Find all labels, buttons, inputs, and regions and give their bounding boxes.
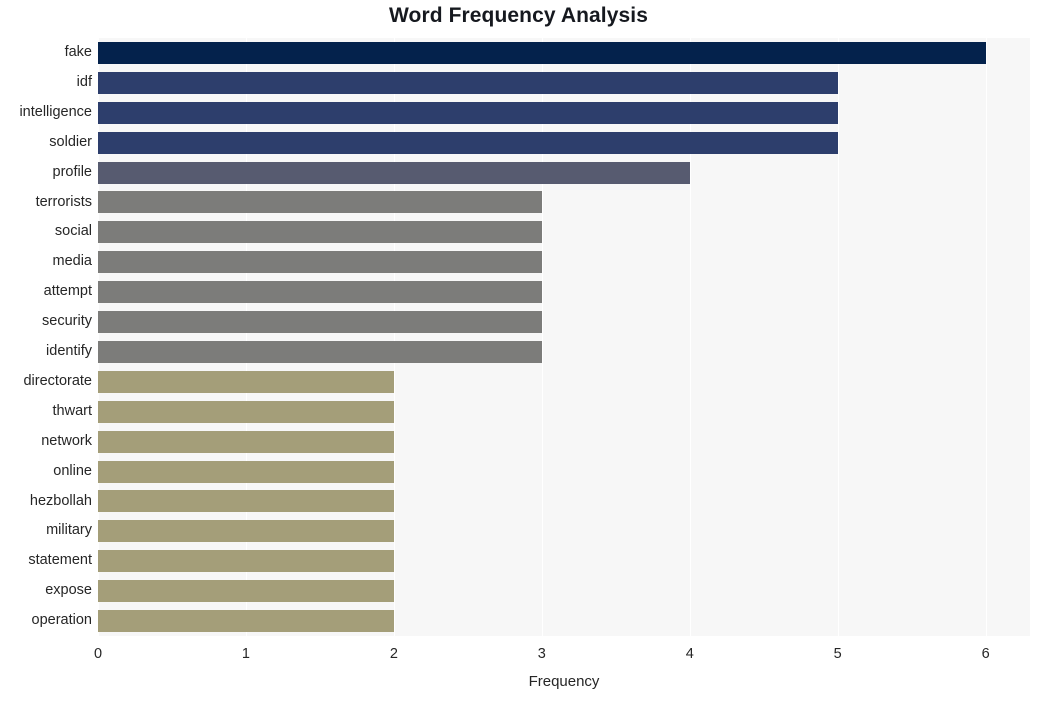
bar-row: [98, 367, 1030, 397]
bar-intelligence: [98, 101, 838, 124]
y-tick-label-military: military: [46, 522, 92, 539]
bar-row: [98, 427, 1030, 457]
bar-row: [98, 128, 1030, 158]
x-axis-title: Frequency: [528, 673, 600, 690]
bar-idf: [98, 71, 838, 94]
y-tick-label-security: security: [42, 313, 92, 330]
bar-row: [98, 68, 1030, 98]
bar-military: [98, 520, 394, 543]
chart-figure: Word Frequency Analysis fake idf intellige…: [0, 0, 1037, 701]
bar-row: [98, 38, 1030, 68]
x-tick-label-4: 4: [685, 646, 694, 662]
bar-operation: [98, 610, 394, 633]
bar-statement: [98, 550, 394, 573]
y-tick-label-fake: fake: [64, 44, 92, 60]
bar-row: [98, 247, 1030, 277]
bar-security: [98, 311, 542, 334]
bar-identify: [98, 340, 542, 363]
bar-network: [98, 430, 394, 453]
x-tick-label-5: 5: [833, 646, 842, 662]
y-tick-label-directorate: directorate: [23, 372, 92, 389]
y-tick-label-identify: identify: [46, 343, 92, 359]
y-tick-label-operation: operation: [31, 612, 92, 629]
y-tick-label-online: online: [53, 462, 92, 479]
bar-row: [98, 98, 1030, 128]
bar-profile: [98, 161, 690, 184]
bar-directorate: [98, 370, 394, 393]
bar-row: [98, 277, 1030, 307]
bar-fake: [98, 41, 986, 64]
plot-area: [98, 38, 1030, 636]
bar-row: [98, 217, 1030, 247]
bar-row: [98, 337, 1030, 367]
bar-online: [98, 460, 394, 483]
bar-row: [98, 457, 1030, 487]
y-tick-label-statement: statement: [28, 552, 92, 569]
x-tick-label-6: 6: [981, 646, 990, 662]
y-tick-label-intelligence: intelligence: [19, 103, 92, 120]
bar-row: [98, 307, 1030, 337]
bar-attempt: [98, 281, 542, 304]
bar-row: [98, 188, 1030, 218]
bar-row: [98, 546, 1030, 576]
x-tick-label-0: 0: [93, 646, 103, 662]
bar-row: [98, 158, 1030, 188]
chart-title: Word Frequency Analysis: [388, 4, 649, 27]
y-tick-label-soldier: soldier: [49, 133, 92, 150]
x-tick-label-2: 2: [389, 646, 398, 662]
y-tick-label-attempt: attempt: [43, 283, 92, 300]
y-tick-label-idf: idf: [76, 73, 92, 90]
x-tick-label-3: 3: [537, 646, 546, 662]
bar-row: [98, 516, 1030, 546]
y-tick-label-social: social: [54, 223, 92, 240]
bar-row: [98, 487, 1030, 517]
bar-series: [98, 38, 1030, 636]
bar-hezbollah: [98, 490, 394, 513]
bar-social: [98, 221, 542, 244]
y-axis: fake idf intelligence soldier profile terrori…: [0, 38, 92, 636]
x-axis: 0 1 2 3 4 5 6: [0, 646, 1037, 668]
y-tick-label-profile: profile: [52, 163, 93, 180]
y-tick-label-network: network: [41, 432, 92, 449]
bar-thwart: [98, 400, 394, 423]
y-tick-label-terrorists: terrorists: [35, 193, 92, 210]
bar-media: [98, 251, 542, 274]
bar-expose: [98, 580, 394, 603]
bar-terrorists: [98, 191, 542, 214]
x-tick-label-1: 1: [241, 646, 250, 662]
bar-soldier: [98, 131, 838, 154]
bar-row: [98, 606, 1030, 636]
y-tick-label-media: media: [52, 253, 93, 270]
bar-row: [98, 576, 1030, 606]
bar-row: [98, 397, 1030, 427]
y-tick-label-expose: expose: [45, 582, 92, 599]
y-tick-label-hezbollah: hezbollah: [29, 492, 92, 509]
y-tick-label-thwart: thwart: [52, 402, 93, 419]
